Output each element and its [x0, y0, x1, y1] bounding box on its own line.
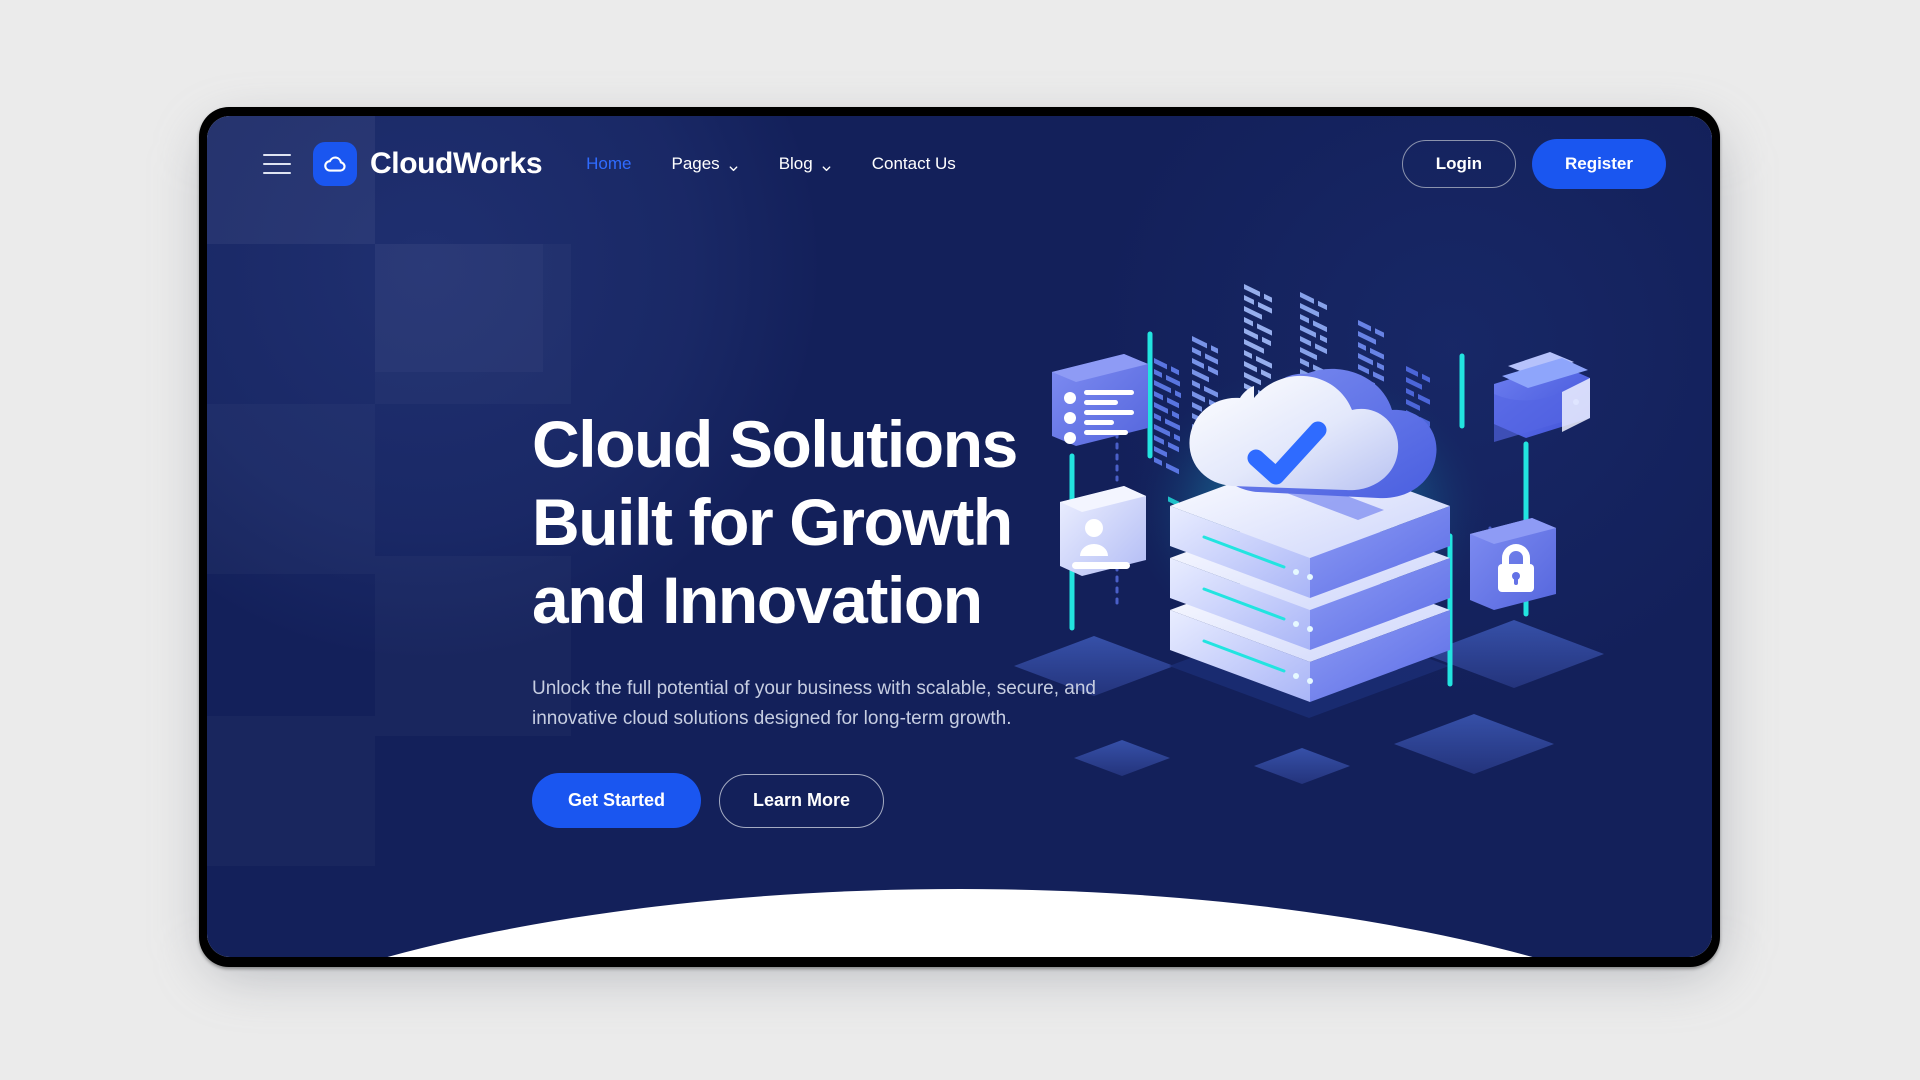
brand-logo[interactable]: CloudWorks	[313, 142, 543, 186]
nav-link-label: Blog	[778, 154, 813, 173]
nav-link-label: Pages	[671, 154, 720, 173]
hamburger-line	[263, 154, 291, 156]
hero-title: Cloud Solutions Built for Growth and Inn…	[532, 406, 1192, 640]
nav-link-label: Home	[586, 154, 632, 173]
nav-link-home[interactable]: Home	[586, 154, 631, 174]
hero-cta-group: Get Started Learn More	[532, 773, 1192, 829]
nav-link-label: Contact Us	[871, 154, 956, 173]
folder-icon	[1494, 352, 1590, 442]
hero-title-line-2: Built for Growth	[532, 484, 1013, 559]
hamburger-line	[263, 172, 291, 174]
nav-link-contact-us[interactable]: Contact Us	[872, 154, 956, 174]
hero-title-line-3: and Innovation	[532, 562, 983, 637]
hamburger-menu-icon[interactable]	[263, 154, 291, 174]
nav-links: Home Pages Blog Contact Us	[586, 154, 956, 174]
cloud-icon	[313, 142, 357, 186]
top-navigation-bar: CloudWorks Home Pages Blog Contact Us Lo…	[207, 116, 1712, 212]
nav-link-pages[interactable]: Pages	[671, 154, 738, 174]
hero-section: CloudWorks Home Pages Blog Contact Us Lo…	[207, 116, 1712, 957]
browser-device-frame: CloudWorks Home Pages Blog Contact Us Lo…	[199, 107, 1720, 967]
lock-card-icon	[1470, 518, 1556, 610]
hero-bottom-curve	[207, 889, 1712, 957]
hamburger-line	[263, 163, 291, 165]
viewport: CloudWorks Home Pages Blog Contact Us Lo…	[207, 116, 1712, 957]
login-button[interactable]: Login	[1401, 140, 1516, 188]
hero-content: Cloud Solutions Built for Growth and Inn…	[532, 406, 1192, 829]
bg-block	[207, 716, 375, 866]
learn-more-button[interactable]: Learn More	[719, 773, 885, 828]
get-started-button[interactable]: Get Started	[532, 773, 702, 829]
register-button[interactable]: Register	[1531, 139, 1666, 189]
chevron-down-icon	[821, 159, 832, 171]
nav-link-blog[interactable]: Blog	[779, 154, 832, 174]
hero-subtitle: Unlock the full potential of your busine…	[532, 677, 1096, 730]
hero-title-line-1: Cloud Solutions	[532, 407, 1018, 481]
brand-name: CloudWorks	[370, 147, 543, 180]
chevron-down-icon	[728, 159, 739, 171]
nav-actions: Login Register	[1401, 139, 1666, 189]
